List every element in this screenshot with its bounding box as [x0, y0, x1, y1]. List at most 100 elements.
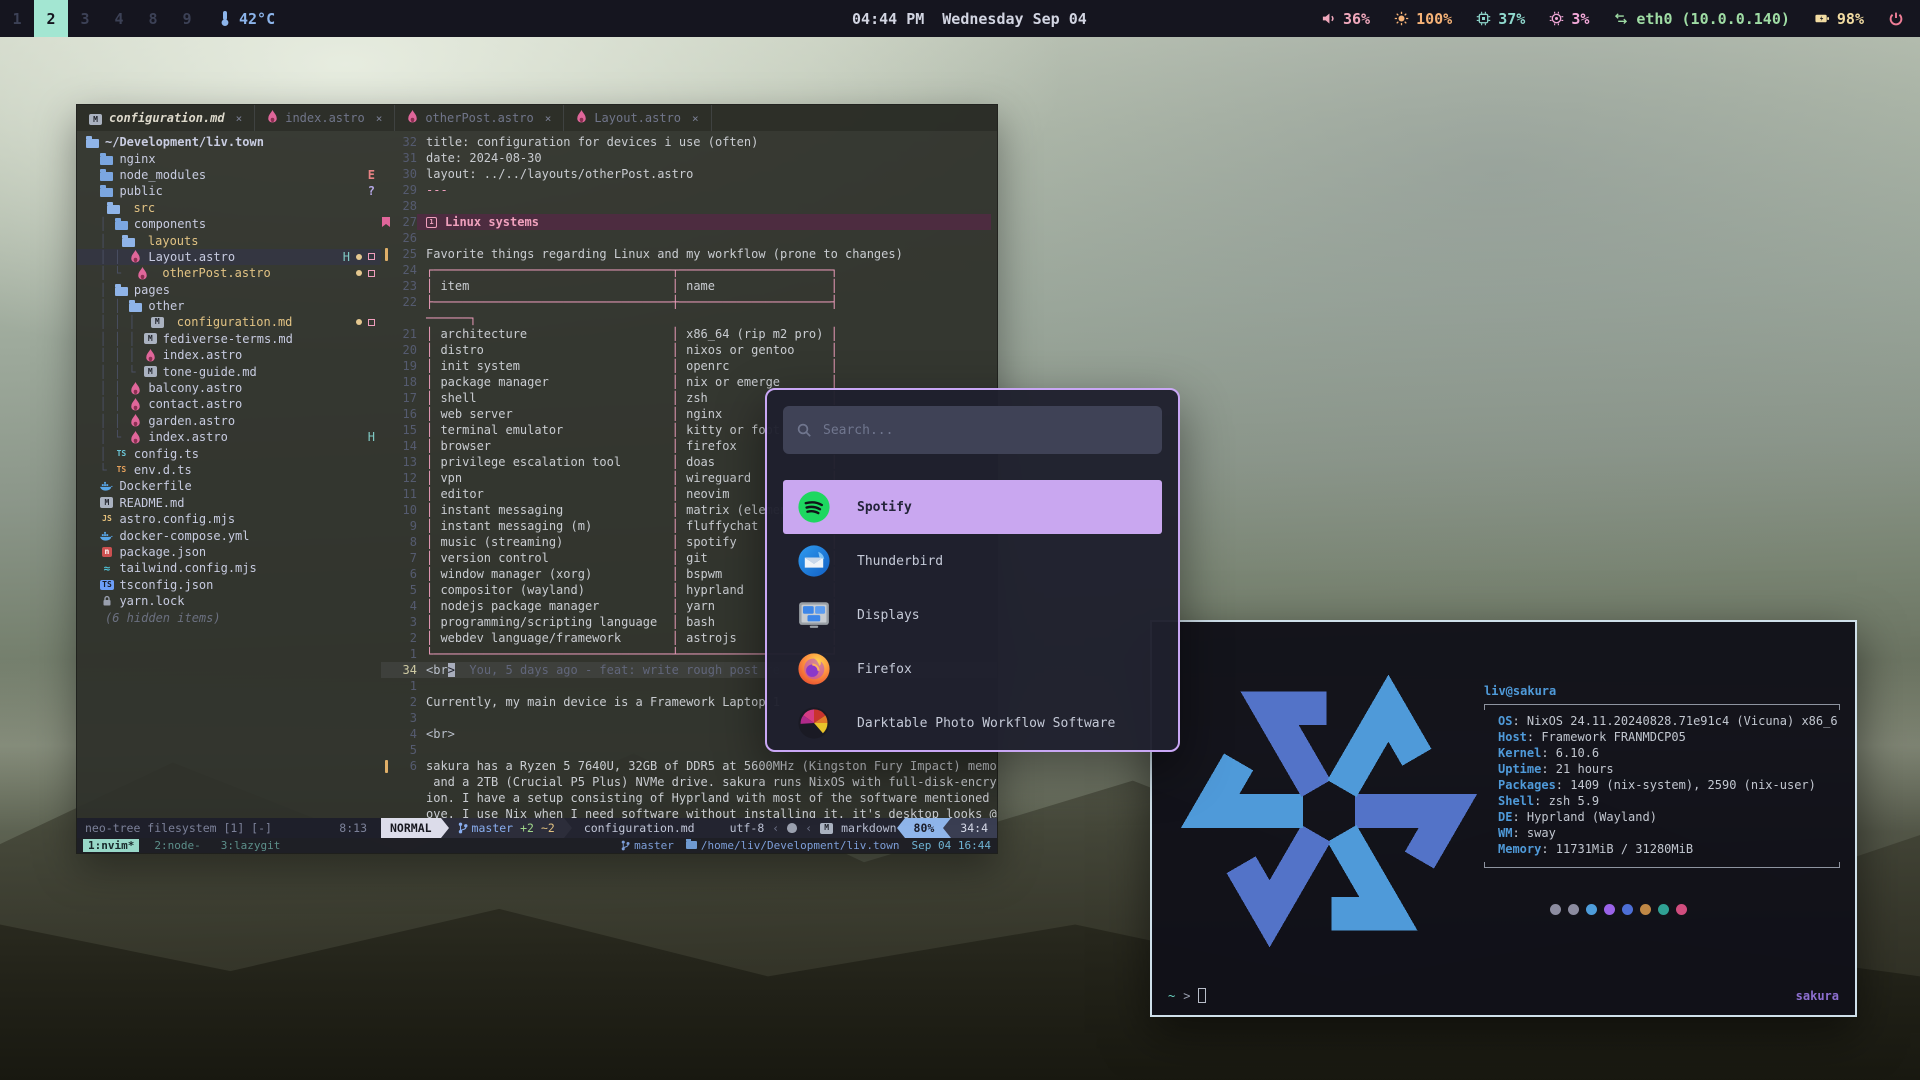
search-icon [797, 423, 812, 438]
tree-item-garden.astro[interactable]: │ │ garden.astro [77, 413, 381, 429]
mode-indicator: NORMAL [381, 818, 441, 838]
branch-icon [621, 840, 630, 851]
editor-line: 22├─────────────────────────────────┼───… [381, 294, 997, 310]
tmux-window-3-lazygit[interactable]: 3:lazygit [216, 839, 286, 852]
tmux-window-2-node-[interactable]: 2:node- [149, 839, 205, 852]
tree-item-readme.md[interactable]: MREADME.md [77, 495, 381, 511]
launcher-app-thunderbird[interactable]: Thunderbird [783, 534, 1162, 588]
tree-item-docker-compose.yml[interactable]: docker-compose.yml [77, 527, 381, 543]
fetch-row-wm: WM: sway [1498, 826, 1840, 842]
launcher-app-displays[interactable]: Displays [783, 588, 1162, 642]
displays-icon [797, 598, 831, 632]
chevron-left-icon: ‹ [805, 821, 812, 835]
tree-item-public[interactable]: public? [77, 183, 381, 199]
launcher-app-spotify[interactable]: Spotify [783, 480, 1162, 534]
clock-time: 04:44 PM [852, 10, 924, 28]
tree-item-pages[interactable]: │ pages [77, 282, 381, 298]
tree-item-label: layouts [148, 234, 199, 248]
tree-item-layout.astro[interactable]: │ │ Layout.astroH [77, 249, 381, 265]
fetch-row-os: OS: NixOS 24.11.20240828.71e91c4 (Vicuna… [1498, 714, 1840, 730]
separator [564, 818, 572, 838]
workspace-switcher: 123489 [0, 0, 204, 37]
tmux-window-1-nvim-[interactable]: 1:nvim* [83, 839, 139, 852]
tree-item-dockerfile[interactable]: Dockerfile [77, 478, 381, 494]
bracket-bottom [1484, 862, 1840, 868]
neo-tree-status-pos: 8:13 [339, 821, 367, 835]
tree-item-tailwind.config.mjs[interactable]: ≈tailwind.config.mjs [77, 560, 381, 576]
tab-close-icon[interactable]: × [236, 112, 243, 125]
launcher-app-darktable[interactable]: Darktable Photo Workflow Software [783, 696, 1162, 750]
separator [897, 818, 905, 838]
tree-item-src[interactable]: src [77, 200, 381, 216]
separator [441, 818, 449, 838]
tree-item-other[interactable]: │ │ other [77, 298, 381, 314]
tab-configuration.md[interactable]: Mconfiguration.md× [77, 105, 255, 131]
shell-prompt[interactable]: ~ > [1168, 988, 1206, 1003]
tree-item-package.json[interactable]: npackage.json [77, 544, 381, 560]
tree-item-nginx[interactable]: nginx [77, 150, 381, 166]
tree-item-index.astro[interactable]: │ │ │ index.astro [77, 347, 381, 363]
folder-open-icon [114, 284, 129, 296]
workspace-button-1[interactable]: 1 [0, 0, 34, 37]
launcher-app-firefox[interactable]: Firefox [783, 642, 1162, 696]
palette-dot [1604, 904, 1615, 915]
prompt-directory: ~ [1168, 989, 1175, 1003]
gpu-value: 3% [1571, 10, 1589, 28]
tree-item-contact.astro[interactable]: │ │ contact.astro [77, 396, 381, 412]
tree-item-label: nginx [119, 152, 155, 166]
fastfetch-terminal[interactable]: liv@sakura OS: NixOS 24.11.20240828.71e9… [1150, 620, 1857, 1017]
markdown-icon: M [99, 497, 114, 508]
workspace-button-2[interactable]: 2 [34, 0, 68, 37]
tree-item-marks: E [368, 168, 375, 182]
gpu-icon [1549, 11, 1564, 26]
tree-item-tone-guide.md[interactable]: │ │ └ Mtone-guide.md [77, 363, 381, 379]
tree-item-layouts[interactable]: │ layouts [77, 232, 381, 248]
launcher-app-label: Displays [857, 608, 920, 623]
terminal-hostname: sakura [1796, 989, 1839, 1003]
astro-icon [135, 267, 150, 280]
tab-close-icon[interactable]: × [692, 112, 699, 125]
tree-item-balcony.astro[interactable]: │ │ balcony.astro [77, 380, 381, 396]
speaker-icon [1321, 11, 1336, 26]
workspace-button-8[interactable]: 8 [136, 0, 170, 37]
tree-item-otherpost.astro[interactable]: │ └ otherPost.astro [77, 265, 381, 281]
tree-item-tsconfig.json[interactable]: TStsconfig.json [77, 577, 381, 593]
folder-open-icon [85, 136, 100, 148]
tree-item-config.ts[interactable]: │ TSconfig.ts [77, 445, 381, 461]
search-input[interactable] [823, 423, 1148, 438]
tree-item--development-liv.town[interactable]: ~/Development/liv.town [77, 134, 381, 150]
tree-item--6-hidden-items-[interactable]: (6 hidden items) [77, 609, 381, 625]
tree-item-yarn.lock[interactable]: yarn.lock [77, 593, 381, 609]
tree-item-components[interactable]: │ components [77, 216, 381, 232]
tree-item-configuration.md[interactable]: │ │ │ Mconfiguration.md [77, 314, 381, 330]
tree-item-marks: ? [368, 184, 375, 198]
neo-tree-panel[interactable]: ~/Development/liv.town nginx node_module… [77, 131, 381, 818]
tab-layout.astro[interactable]: Layout.astro× [564, 105, 711, 131]
markdown-icon: M [89, 111, 102, 126]
tree-item-astro.config.mjs[interactable]: JSastro.config.mjs [77, 511, 381, 527]
workspace-button-4[interactable]: 4 [102, 0, 136, 37]
tab-index.astro[interactable]: index.astro× [255, 105, 395, 131]
tab-close-icon[interactable]: × [545, 112, 552, 125]
tree-item-node-modules[interactable]: node_modulesE [77, 167, 381, 183]
workspace-button-3[interactable]: 3 [68, 0, 102, 37]
cpu-module: 37% [1476, 10, 1525, 28]
temperature-value: 42°C [239, 10, 275, 28]
power-module[interactable] [1888, 11, 1904, 27]
tree-item-index.astro[interactable]: │ └ index.astroH [77, 429, 381, 445]
tree-item-label: yarn.lock [119, 594, 184, 608]
volume-module: 36% [1321, 10, 1370, 28]
palette-dot [1640, 904, 1651, 915]
tree-item-label: configuration.md [177, 315, 293, 329]
palette-dot [1550, 904, 1561, 915]
editor-line: 31date: 2024-08-30 [381, 150, 997, 166]
tree-item-env.d.ts[interactable]: └ TSenv.d.ts [77, 462, 381, 478]
palette-dot [1658, 904, 1669, 915]
tab-close-icon[interactable]: × [376, 112, 383, 125]
tree-item-fediverse-terms.md[interactable]: │ │ │ Mfediverse-terms.md [77, 331, 381, 347]
launcher-search[interactable] [783, 406, 1162, 454]
git-added: +2 [520, 821, 534, 835]
workspace-button-9[interactable]: 9 [170, 0, 204, 37]
editor-line: and a 2TB (Crucial P5 Plus) NVMe drive. … [381, 774, 997, 790]
tab-otherpost.astro[interactable]: otherPost.astro× [395, 105, 564, 131]
